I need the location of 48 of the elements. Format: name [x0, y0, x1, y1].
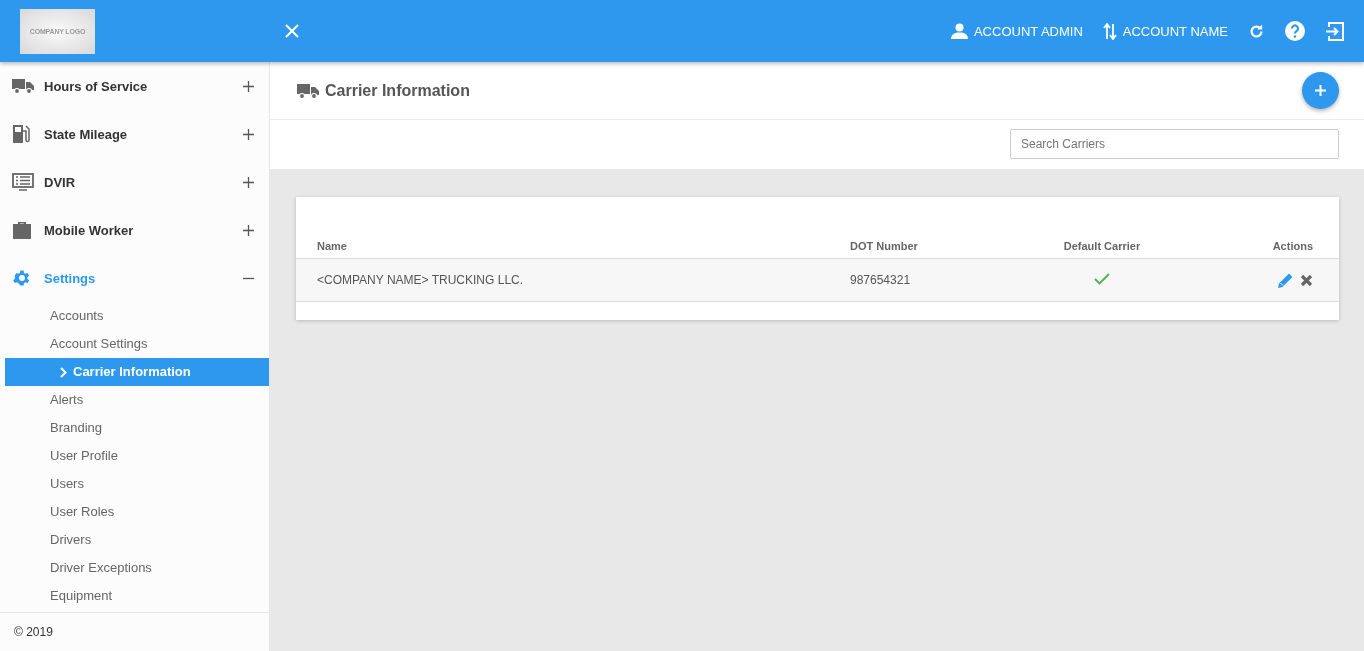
account-name-link[interactable]: ACCOUNT NAME	[1122, 23, 1228, 39]
edit-pencil-icon[interactable]	[1277, 271, 1294, 289]
sidebar-sub-item[interactable]: Alerts	[5, 386, 269, 414]
expand-icon[interactable]	[243, 80, 254, 92]
column-header: Default Carrier	[1012, 233, 1192, 259]
sidebar-sub-item[interactable]: Branding	[5, 414, 269, 442]
column-header: DOT Number	[829, 233, 1012, 259]
sidebar-group-item[interactable]: State Mileage	[5, 110, 269, 158]
logout-icon[interactable]	[1325, 21, 1344, 41]
fuel-pump-icon	[12, 124, 30, 144]
truck-icon	[297, 82, 319, 99]
truck-icon	[12, 78, 34, 94]
sidebar-sub-item[interactable]: Users	[5, 470, 269, 498]
gear-icon	[12, 268, 32, 288]
column-header: Name	[296, 233, 829, 259]
sidebar-sub-item[interactable]: User Profile	[5, 442, 269, 470]
sidebar-sub-item[interactable]: Drivers	[5, 526, 269, 554]
sidebar-group-item[interactable]: DVIR	[5, 158, 269, 206]
table-cell: 987654321	[829, 258, 1012, 302]
table-cell: <COMPANY NAME> TRUCKING LLC.	[296, 258, 829, 302]
sidebar-group-item[interactable]: Settings	[5, 254, 269, 302]
sidebar-sub-item[interactable]: Driver Exceptions	[5, 554, 269, 582]
expand-icon[interactable]	[243, 176, 254, 188]
sidebar-sub-item[interactable]: User Roles	[5, 498, 269, 526]
swap-arrows-icon	[1102, 22, 1117, 40]
refresh-icon[interactable]	[1248, 22, 1265, 40]
sidebar-group-item[interactable]: Hours of Service	[5, 62, 269, 110]
add-button[interactable]	[1302, 72, 1339, 109]
plus-icon	[1315, 85, 1326, 96]
delete-icon[interactable]	[1300, 273, 1313, 287]
sidebar-sub-item[interactable]: Account Settings	[5, 330, 269, 358]
sidebar-sub-item[interactable]: Carrier Information	[5, 358, 269, 386]
copyright-text: © 2019	[0, 612, 269, 651]
sidebar-group-item[interactable]: Mobile Worker	[5, 206, 269, 254]
account-admin-link[interactable]: ACCOUNT ADMIN	[973, 23, 1083, 39]
column-header: Actions	[1192, 233, 1339, 259]
expand-icon[interactable]	[243, 128, 254, 140]
close-icon[interactable]	[285, 24, 299, 38]
user-icon	[950, 23, 968, 39]
page-title: Carrier Information	[325, 81, 471, 100]
chevron-right-icon	[60, 366, 67, 378]
expand-icon[interactable]	[243, 224, 254, 236]
sidebar-sub-item[interactable]: Equipment	[5, 582, 269, 610]
search-field[interactable]: Search Carriers	[1010, 129, 1339, 159]
sidebar-sub-item[interactable]: Accounts	[5, 302, 269, 330]
help-icon[interactable]	[1285, 21, 1305, 41]
list-icon	[12, 173, 34, 191]
briefcase-icon	[12, 221, 32, 239]
